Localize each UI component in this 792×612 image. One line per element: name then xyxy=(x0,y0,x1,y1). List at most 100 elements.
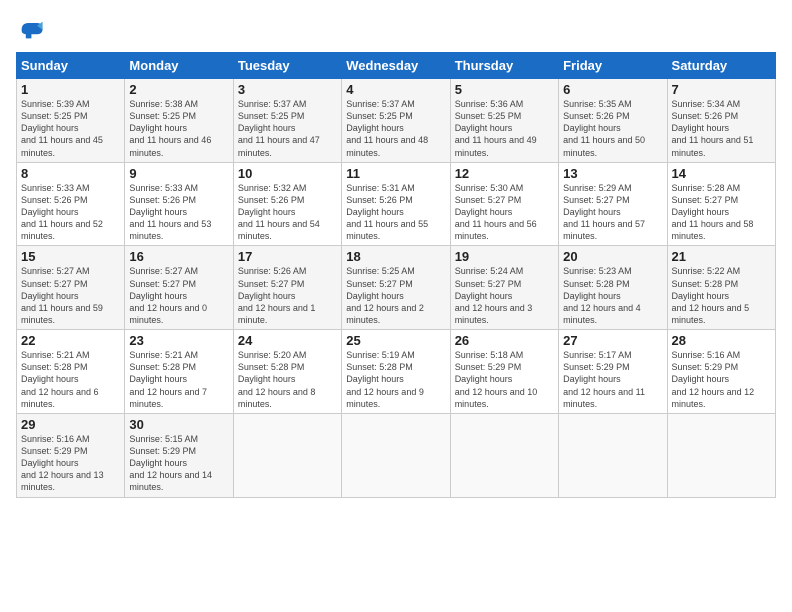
day-number: 8 xyxy=(21,166,120,181)
calendar-day-cell: 23 Sunrise: 5:21 AMSunset: 5:28 PMDayligh… xyxy=(125,330,233,414)
day-number: 12 xyxy=(455,166,554,181)
page-container: SundayMondayTuesdayWednesdayThursdayFrid… xyxy=(0,0,792,506)
day-info: Sunrise: 5:35 AMSunset: 5:26 PMDaylight … xyxy=(563,99,645,158)
day-info: Sunrise: 5:27 AMSunset: 5:27 PMDaylight … xyxy=(129,266,207,325)
day-number: 25 xyxy=(346,333,445,348)
day-info: Sunrise: 5:26 AMSunset: 5:27 PMDaylight … xyxy=(238,266,316,325)
day-number: 20 xyxy=(563,249,662,264)
day-number: 1 xyxy=(21,82,120,97)
day-info: Sunrise: 5:21 AMSunset: 5:28 PMDaylight … xyxy=(21,350,99,409)
day-info: Sunrise: 5:30 AMSunset: 5:27 PMDaylight … xyxy=(455,183,537,242)
col-header-tuesday: Tuesday xyxy=(233,53,341,79)
header xyxy=(16,16,776,44)
day-info: Sunrise: 5:18 AMSunset: 5:29 PMDaylight … xyxy=(455,350,538,409)
day-number: 28 xyxy=(672,333,771,348)
calendar-day-cell: 4 Sunrise: 5:37 AMSunset: 5:25 PMDaylight… xyxy=(342,79,450,163)
col-header-friday: Friday xyxy=(559,53,667,79)
day-number: 23 xyxy=(129,333,228,348)
day-number: 2 xyxy=(129,82,228,97)
col-header-thursday: Thursday xyxy=(450,53,558,79)
calendar-day-cell: 21 Sunrise: 5:22 AMSunset: 5:28 PMDayligh… xyxy=(667,246,775,330)
day-number: 14 xyxy=(672,166,771,181)
calendar-day-cell: 30 Sunrise: 5:15 AMSunset: 5:29 PMDayligh… xyxy=(125,413,233,497)
day-info: Sunrise: 5:33 AMSunset: 5:26 PMDaylight … xyxy=(21,183,103,242)
calendar-day-cell: 3 Sunrise: 5:37 AMSunset: 5:25 PMDaylight… xyxy=(233,79,341,163)
day-info: Sunrise: 5:17 AMSunset: 5:29 PMDaylight … xyxy=(563,350,645,409)
day-number: 5 xyxy=(455,82,554,97)
calendar-day-cell: 22 Sunrise: 5:21 AMSunset: 5:28 PMDayligh… xyxy=(17,330,125,414)
day-number: 13 xyxy=(563,166,662,181)
day-info: Sunrise: 5:19 AMSunset: 5:28 PMDaylight … xyxy=(346,350,424,409)
calendar-day-cell: 5Sunrise: 5:36 AMSunset: 5:25 PMDaylight… xyxy=(450,79,558,163)
day-info: Sunrise: 5:28 AMSunset: 5:27 PMDaylight … xyxy=(672,183,754,242)
day-info: Sunrise: 5:16 AMSunset: 5:29 PMDaylight … xyxy=(21,434,104,493)
calendar-day-cell: 6Sunrise: 5:35 AMSunset: 5:26 PMDaylight… xyxy=(559,79,667,163)
calendar-table: SundayMondayTuesdayWednesdayThursdayFrid… xyxy=(16,52,776,498)
calendar-day-cell: 19 Sunrise: 5:24 AMSunset: 5:27 PMDayligh… xyxy=(450,246,558,330)
day-number: 7 xyxy=(672,82,771,97)
calendar-empty-cell xyxy=(233,413,341,497)
logo-icon xyxy=(16,16,44,44)
day-info: Sunrise: 5:24 AMSunset: 5:27 PMDaylight … xyxy=(455,266,533,325)
calendar-day-cell: 7 Sunrise: 5:34 AMSunset: 5:26 PMDaylight… xyxy=(667,79,775,163)
col-header-sunday: Sunday xyxy=(17,53,125,79)
day-number: 9 xyxy=(129,166,228,181)
calendar-day-cell: 20 Sunrise: 5:23 AMSunset: 5:28 PMDayligh… xyxy=(559,246,667,330)
day-info: Sunrise: 5:25 AMSunset: 5:27 PMDaylight … xyxy=(346,266,424,325)
day-number: 10 xyxy=(238,166,337,181)
day-number: 30 xyxy=(129,417,228,432)
day-number: 4 xyxy=(346,82,445,97)
calendar-day-cell: 13 Sunrise: 5:29 AMSunset: 5:27 PMDayligh… xyxy=(559,162,667,246)
day-info: Sunrise: 5:31 AMSunset: 5:26 PMDaylight … xyxy=(346,183,428,242)
day-number: 29 xyxy=(21,417,120,432)
calendar-day-cell: 10Sunrise: 5:32 AMSunset: 5:26 PMDayligh… xyxy=(233,162,341,246)
logo xyxy=(16,16,48,44)
calendar-week-row: 8 Sunrise: 5:33 AMSunset: 5:26 PMDaylight… xyxy=(17,162,776,246)
day-number: 27 xyxy=(563,333,662,348)
calendar-day-cell: 9Sunrise: 5:33 AMSunset: 5:26 PMDaylight… xyxy=(125,162,233,246)
day-number: 15 xyxy=(21,249,120,264)
col-header-saturday: Saturday xyxy=(667,53,775,79)
day-number: 11 xyxy=(346,166,445,181)
day-info: Sunrise: 5:34 AMSunset: 5:26 PMDaylight … xyxy=(672,99,754,158)
calendar-day-cell: 25 Sunrise: 5:19 AMSunset: 5:28 PMDayligh… xyxy=(342,330,450,414)
col-header-wednesday: Wednesday xyxy=(342,53,450,79)
calendar-header-row: SundayMondayTuesdayWednesdayThursdayFrid… xyxy=(17,53,776,79)
calendar-day-cell: 24 Sunrise: 5:20 AMSunset: 5:28 PMDayligh… xyxy=(233,330,341,414)
day-number: 17 xyxy=(238,249,337,264)
calendar-day-cell: 16 Sunrise: 5:27 AMSunset: 5:27 PMDayligh… xyxy=(125,246,233,330)
day-number: 19 xyxy=(455,249,554,264)
day-number: 16 xyxy=(129,249,228,264)
day-number: 21 xyxy=(672,249,771,264)
day-number: 18 xyxy=(346,249,445,264)
day-number: 3 xyxy=(238,82,337,97)
day-info: Sunrise: 5:37 AMSunset: 5:25 PMDaylight … xyxy=(346,99,428,158)
day-info: Sunrise: 5:27 AMSunset: 5:27 PMDaylight … xyxy=(21,266,103,325)
day-info: Sunrise: 5:29 AMSunset: 5:27 PMDaylight … xyxy=(563,183,645,242)
day-info: Sunrise: 5:16 AMSunset: 5:29 PMDaylight … xyxy=(672,350,755,409)
calendar-week-row: 29 Sunrise: 5:16 AMSunset: 5:29 PMDayligh… xyxy=(17,413,776,497)
calendar-day-cell: 28 Sunrise: 5:16 AMSunset: 5:29 PMDayligh… xyxy=(667,330,775,414)
day-number: 22 xyxy=(21,333,120,348)
day-info: Sunrise: 5:39 AMSunset: 5:25 PMDaylight … xyxy=(21,99,103,158)
calendar-empty-cell xyxy=(667,413,775,497)
day-info: Sunrise: 5:38 AMSunset: 5:25 PMDaylight … xyxy=(129,99,211,158)
day-info: Sunrise: 5:22 AMSunset: 5:28 PMDaylight … xyxy=(672,266,750,325)
day-info: Sunrise: 5:37 AMSunset: 5:25 PMDaylight … xyxy=(238,99,320,158)
day-info: Sunrise: 5:23 AMSunset: 5:28 PMDaylight … xyxy=(563,266,641,325)
day-number: 24 xyxy=(238,333,337,348)
calendar-day-cell: 15 Sunrise: 5:27 AMSunset: 5:27 PMDayligh… xyxy=(17,246,125,330)
day-info: Sunrise: 5:20 AMSunset: 5:28 PMDaylight … xyxy=(238,350,316,409)
day-info: Sunrise: 5:21 AMSunset: 5:28 PMDaylight … xyxy=(129,350,207,409)
calendar-week-row: 15 Sunrise: 5:27 AMSunset: 5:27 PMDayligh… xyxy=(17,246,776,330)
day-info: Sunrise: 5:15 AMSunset: 5:29 PMDaylight … xyxy=(129,434,212,493)
calendar-day-cell: 27 Sunrise: 5:17 AMSunset: 5:29 PMDayligh… xyxy=(559,330,667,414)
calendar-day-cell: 11 Sunrise: 5:31 AMSunset: 5:26 PMDayligh… xyxy=(342,162,450,246)
calendar-week-row: 22 Sunrise: 5:21 AMSunset: 5:28 PMDayligh… xyxy=(17,330,776,414)
calendar-day-cell: 17 Sunrise: 5:26 AMSunset: 5:27 PMDayligh… xyxy=(233,246,341,330)
calendar-day-cell: 18 Sunrise: 5:25 AMSunset: 5:27 PMDayligh… xyxy=(342,246,450,330)
calendar-week-row: 1 Sunrise: 5:39 AMSunset: 5:25 PMDaylight… xyxy=(17,79,776,163)
calendar-day-cell: 1 Sunrise: 5:39 AMSunset: 5:25 PMDaylight… xyxy=(17,79,125,163)
day-number: 26 xyxy=(455,333,554,348)
calendar-day-cell: 26 Sunrise: 5:18 AMSunset: 5:29 PMDayligh… xyxy=(450,330,558,414)
